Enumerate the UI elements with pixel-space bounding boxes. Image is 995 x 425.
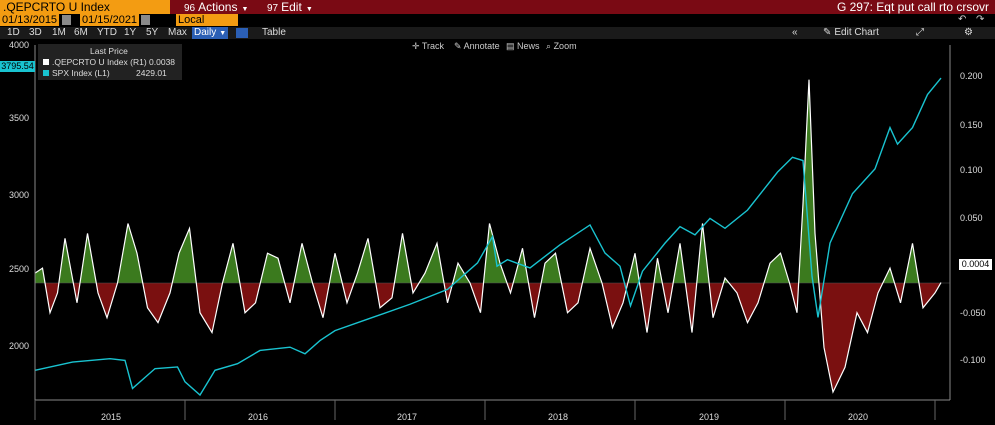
- y-right-tick: -0.050: [960, 308, 986, 318]
- ratio-fill-segment: [833, 282, 845, 393]
- ratio-fill-segment: [857, 282, 868, 333]
- spx-current-tag: 3795.54: [0, 61, 35, 72]
- x-label: 2020: [848, 412, 869, 422]
- y-left-tick: 3000: [9, 190, 30, 200]
- y-right-tick: 0.200: [960, 71, 983, 81]
- x-label: 2019: [699, 412, 720, 422]
- legend-swatch-ratio: [43, 59, 49, 65]
- ratio-fill-segment: [845, 282, 857, 368]
- ratio-fill-segment: [179, 228, 190, 283]
- legend-value: 2429.01: [136, 68, 167, 78]
- y-right-tick: 0.050: [960, 213, 983, 223]
- y-right-tick: 0.150: [960, 120, 983, 130]
- ratio-current-tag: 0.0004: [959, 259, 992, 270]
- y-left-tick: 2500: [9, 264, 30, 274]
- x-label: 2015: [101, 412, 122, 422]
- legend-header: Last Price: [90, 46, 128, 56]
- legend-name: SPX Index: [52, 68, 93, 78]
- legend-axis: (L1): [94, 68, 110, 78]
- legend-axis: (R1): [130, 57, 147, 67]
- ratio-fill-segment: [824, 282, 833, 393]
- ratio-fill-segment: [380, 282, 392, 308]
- y-left-tick: 2000: [9, 341, 30, 351]
- y-right-tick: 0.100: [960, 165, 983, 175]
- y-left-tick: 3500: [9, 113, 30, 123]
- ratio-fill-segment: [747, 282, 758, 323]
- y-right-tick: -0.100: [960, 355, 986, 365]
- legend-value: 0.0038: [149, 57, 176, 67]
- y-left-tick: 4000: [9, 40, 30, 50]
- ratio-fill-segment: [128, 223, 137, 283]
- legend-swatch-spx: [43, 70, 49, 76]
- legend-item-spx: SPX Index (L1) 2429.01: [52, 68, 167, 78]
- legend-name: .QEPCRTO U Index: [52, 57, 128, 67]
- legend[interactable]: Last Price .QEPCRTO U Index (R1) 0.0038 …: [38, 44, 182, 80]
- legend-item-ratio: .QEPCRTO U Index (R1) 0.0038: [52, 57, 175, 67]
- x-label: 2017: [397, 412, 418, 422]
- x-label: 2018: [548, 412, 569, 422]
- ratio-fill-segment: [147, 282, 158, 323]
- ratio-fill-segment: [200, 282, 212, 333]
- x-label: 2016: [248, 412, 269, 422]
